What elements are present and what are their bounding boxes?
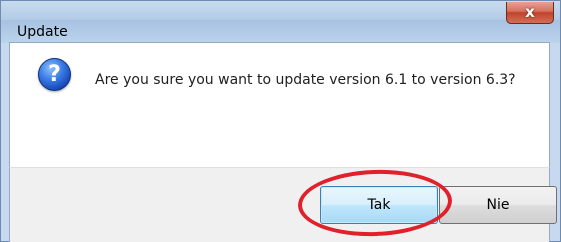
- close-icon: x: [525, 3, 535, 21]
- no-button[interactable]: Nie: [439, 186, 557, 224]
- window-title: Update: [17, 24, 68, 40]
- question-glyph: ?: [48, 61, 61, 87]
- yes-button[interactable]: Tak: [320, 186, 438, 224]
- close-button[interactable]: x: [506, 2, 554, 24]
- title-bar[interactable]: Update x: [1, 1, 560, 43]
- confirmation-message: Are you sure you want to update version …: [95, 72, 516, 88]
- dialog-content: [9, 42, 550, 167]
- question-icon: ?: [38, 58, 71, 91]
